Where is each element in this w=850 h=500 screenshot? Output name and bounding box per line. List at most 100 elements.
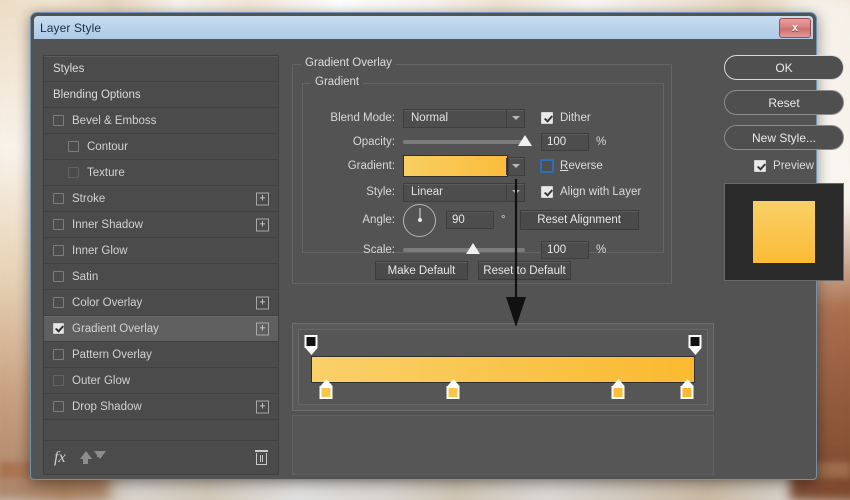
angle-input[interactable]: 90 bbox=[446, 211, 494, 229]
chevron-down-icon[interactable] bbox=[506, 183, 524, 201]
gradient-color-stop[interactable] bbox=[446, 379, 460, 399]
angle-dial-icon[interactable] bbox=[403, 203, 436, 237]
style-row-contour[interactable]: Contour bbox=[44, 134, 278, 160]
scale-input[interactable]: 100 bbox=[541, 241, 589, 259]
gradient-opacity-stop-pointer bbox=[689, 348, 701, 355]
reverse-checkbox[interactable]: Reverse bbox=[540, 159, 603, 173]
preview-checkbox[interactable]: Preview bbox=[724, 160, 844, 172]
close-icon[interactable]: x bbox=[779, 18, 811, 38]
gradient-color-stop[interactable] bbox=[611, 379, 625, 399]
style-row-gradient-overlay[interactable]: Gradient Overlay + bbox=[44, 316, 278, 342]
gradient-color-stop-swatch bbox=[611, 386, 625, 399]
reset-alignment-button[interactable]: Reset Alignment bbox=[519, 210, 639, 230]
section-title-gradient-overlay: Gradient Overlay bbox=[301, 57, 396, 69]
add-effect-icon[interactable]: + bbox=[256, 192, 269, 205]
style-row-stroke[interactable]: Stroke + bbox=[44, 186, 278, 212]
lower-empty-panel bbox=[292, 415, 714, 475]
styles-panel: Styles Blending Options Bevel & Emboss Cont… bbox=[43, 55, 279, 475]
new-style-button[interactable]: New Style... bbox=[724, 125, 844, 150]
gradient-opacity-stop-swatch bbox=[688, 335, 702, 348]
gradient-preset-dropdown[interactable] bbox=[506, 156, 525, 176]
style-row-label: Styles bbox=[53, 62, 85, 75]
add-effect-icon[interactable]: + bbox=[256, 218, 269, 231]
chevron-down-icon[interactable] bbox=[506, 109, 524, 127]
style-checkbox[interactable] bbox=[68, 141, 79, 152]
style-row-styles[interactable]: Styles bbox=[44, 56, 278, 82]
gradient-opacity-stop[interactable] bbox=[304, 335, 318, 355]
reverse-label-rest: everse bbox=[568, 160, 603, 172]
style-checkbox[interactable] bbox=[53, 401, 64, 412]
dither-checkbox-box bbox=[541, 112, 553, 124]
style-row-drop-shadow[interactable]: Drop Shadow + bbox=[44, 394, 278, 420]
add-effect-icon[interactable]: + bbox=[256, 400, 269, 413]
gradient-preview-bar[interactable] bbox=[311, 356, 695, 383]
style-row-inner-glow[interactable]: Inner Glow bbox=[44, 238, 278, 264]
style-row-inner-shadow[interactable]: Inner Shadow + bbox=[44, 212, 278, 238]
reset-button[interactable]: Reset bbox=[724, 90, 844, 115]
style-checkbox[interactable] bbox=[53, 271, 64, 282]
style-row-label: Texture bbox=[87, 166, 125, 179]
dither-label: Dither bbox=[560, 112, 591, 124]
style-checkbox[interactable] bbox=[53, 323, 64, 334]
style-row-texture[interactable]: Texture bbox=[44, 160, 278, 186]
scale-label: Scale: bbox=[363, 244, 395, 256]
style-checkbox[interactable] bbox=[53, 245, 64, 256]
scale-slider-knob[interactable] bbox=[465, 243, 480, 254]
opacity-input[interactable]: 100 bbox=[541, 133, 589, 151]
reverse-label: Reverse bbox=[560, 160, 603, 172]
opacity-unit: % bbox=[596, 136, 607, 148]
style-row-label: Satin bbox=[72, 270, 99, 283]
add-effect-icon[interactable]: + bbox=[256, 296, 269, 309]
opacity-slider-knob[interactable] bbox=[518, 135, 532, 146]
make-default-button[interactable]: Make Default bbox=[375, 261, 468, 280]
gradient-color-stop-pointer bbox=[320, 379, 333, 386]
dialog-titlebar[interactable]: Layer Style x bbox=[34, 16, 813, 39]
reverse-checkbox-box bbox=[540, 159, 554, 173]
opacity-slider[interactable] bbox=[403, 135, 532, 146]
gradient-stops-editor[interactable] bbox=[292, 323, 714, 411]
style-row-bevel-emboss[interactable]: Bevel & Emboss bbox=[44, 108, 278, 134]
fx-icon[interactable]: fx bbox=[54, 449, 66, 467]
scale-slider[interactable] bbox=[403, 243, 525, 254]
style-checkbox[interactable] bbox=[53, 297, 64, 308]
style-row-label: Contour bbox=[87, 140, 128, 153]
style-row-satin[interactable]: Satin bbox=[44, 264, 278, 290]
ok-button[interactable]: OK bbox=[724, 55, 844, 80]
dialog-actions: OK Reset New Style... Preview bbox=[724, 55, 844, 281]
style-checkbox[interactable] bbox=[53, 193, 64, 204]
align-with-layer-checkbox[interactable]: Align with Layer bbox=[541, 186, 641, 198]
dialog-title: Layer Style bbox=[40, 20, 102, 35]
style-row-label: Bevel & Emboss bbox=[72, 114, 157, 127]
gradient-color-stop-swatch bbox=[319, 386, 333, 399]
gradient-swatch[interactable] bbox=[403, 155, 508, 177]
style-label: Style: bbox=[366, 186, 395, 198]
style-checkbox[interactable] bbox=[53, 219, 64, 230]
trash-icon[interactable] bbox=[255, 450, 268, 465]
gradient-opacity-stop-pointer bbox=[305, 348, 317, 355]
styles-list: Styles Blending Options Bevel & Emboss Cont… bbox=[44, 56, 278, 441]
style-checkbox[interactable] bbox=[53, 115, 64, 126]
blend-mode-select[interactable]: Normal bbox=[403, 108, 525, 128]
style-row-label: Stroke bbox=[72, 192, 106, 205]
gradient-stops-editor-inner bbox=[298, 329, 708, 405]
style-select[interactable]: Linear bbox=[403, 182, 525, 202]
gradient-label: Gradient: bbox=[347, 160, 395, 172]
add-effect-icon[interactable]: + bbox=[256, 322, 269, 335]
style-checkbox[interactable] bbox=[53, 349, 64, 360]
style-row-blending-options[interactable]: Blending Options bbox=[44, 82, 278, 108]
gradient-color-stop[interactable] bbox=[319, 379, 333, 399]
style-checkbox[interactable] bbox=[53, 375, 64, 386]
style-row-pattern-overlay[interactable]: Pattern Overlay bbox=[44, 342, 278, 368]
gradient-opacity-stop[interactable] bbox=[688, 335, 702, 355]
gradient-color-stop[interactable] bbox=[680, 379, 694, 399]
dither-checkbox[interactable]: Dither bbox=[541, 112, 591, 124]
style-row-outer-glow[interactable]: Outer Glow bbox=[44, 368, 278, 394]
style-row-color-overlay[interactable]: Color Overlay + bbox=[44, 290, 278, 316]
style-checkbox[interactable] bbox=[68, 167, 79, 178]
style-row-label: Gradient Overlay bbox=[72, 322, 159, 335]
style-row-label: Inner Glow bbox=[72, 244, 128, 257]
styles-footer-toolbar: fx bbox=[44, 440, 278, 474]
chevron-down-icon[interactable] bbox=[506, 157, 524, 175]
style-row-label: Inner Shadow bbox=[72, 218, 143, 231]
reset-to-default-button[interactable]: Reset to Default bbox=[478, 261, 571, 280]
